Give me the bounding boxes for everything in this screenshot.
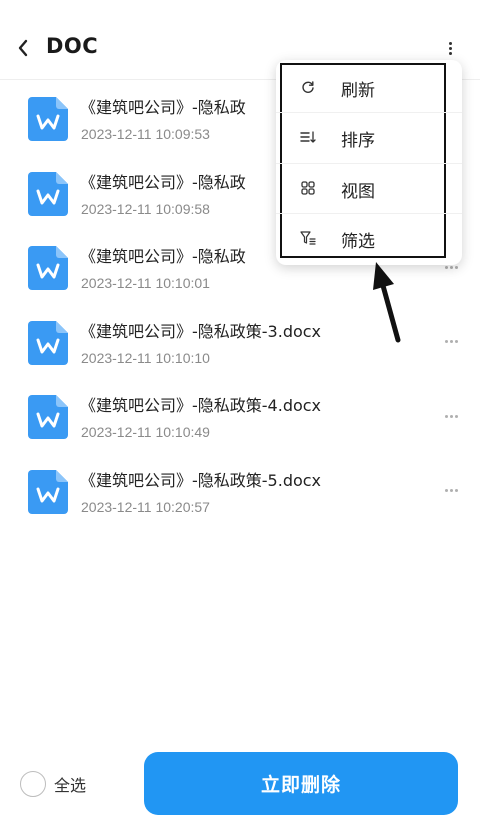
options-menu: 刷新 排序 视图 筛选 [276,60,462,265]
file-date: 2023-12-11 10:09:53 [81,126,210,142]
file-row[interactable]: 《建筑吧公司》-隐私政策-5.docx 2023-12-11 10:20:57 [0,455,480,530]
annotation-arrow-icon [373,262,401,343]
more-horizontal-icon [444,414,448,418]
delete-now-button[interactable]: 立即删除 [144,752,458,815]
word-doc-icon [28,395,68,440]
filter-icon [300,230,316,246]
word-doc-icon [28,469,68,514]
chevron-left-icon [18,39,28,57]
file-name: 《建筑吧公司》-隐私政 [80,172,246,192]
sort-icon [300,129,316,145]
menu-item-view[interactable]: 视图 [276,163,462,213]
page-title: DOC [46,34,99,58]
file-name: 《建筑吧公司》-隐私政策-5.docx [80,470,322,490]
menu-item-label: 刷新 [341,81,375,101]
row-more-button[interactable] [442,410,460,422]
more-options-button[interactable] [440,36,460,60]
word-doc-icon [28,246,68,291]
word-doc-icon [28,171,68,216]
select-all-toggle[interactable]: 全选 [20,770,86,798]
menu-item-label: 视图 [341,182,375,202]
menu-item-sort[interactable]: 排序 [276,112,462,162]
select-all-label: 全选 [54,776,87,795]
refresh-icon [300,79,316,95]
more-vertical-icon [448,41,452,45]
file-date: 2023-12-11 10:10:49 [81,424,210,441]
file-name: 《建筑吧公司》-隐私政策-3.docx [80,321,322,341]
menu-item-label: 筛选 [341,232,375,252]
back-button[interactable] [10,30,36,66]
select-all-radio[interactable] [20,771,46,797]
more-horizontal-icon [444,489,448,493]
file-name: 《建筑吧公司》-隐私政策-4.docx [80,396,322,416]
more-horizontal-icon [444,340,448,344]
file-date: 2023-12-11 10:20:57 [81,498,210,515]
file-name: 《建筑吧公司》-隐私政 [80,98,246,117]
row-more-button[interactable] [442,485,460,497]
more-horizontal-icon [444,265,448,269]
file-row[interactable]: 《建筑吧公司》-隐私政策-4.docx 2023-12-11 10:10:49 [0,380,480,455]
word-doc-icon [28,320,68,365]
file-date: 2023-12-11 10:09:58 [81,200,210,217]
file-name: 《建筑吧公司》-隐私政 [80,247,246,267]
file-date: 2023-12-11 10:10:01 [81,275,210,292]
file-date: 2023-12-11 10:10:10 [81,349,210,366]
row-more-button[interactable] [442,336,460,348]
grid-view-icon [300,180,316,196]
menu-item-refresh[interactable]: 刷新 [276,62,462,112]
word-doc-icon [28,97,68,141]
menu-item-label: 排序 [341,131,375,151]
